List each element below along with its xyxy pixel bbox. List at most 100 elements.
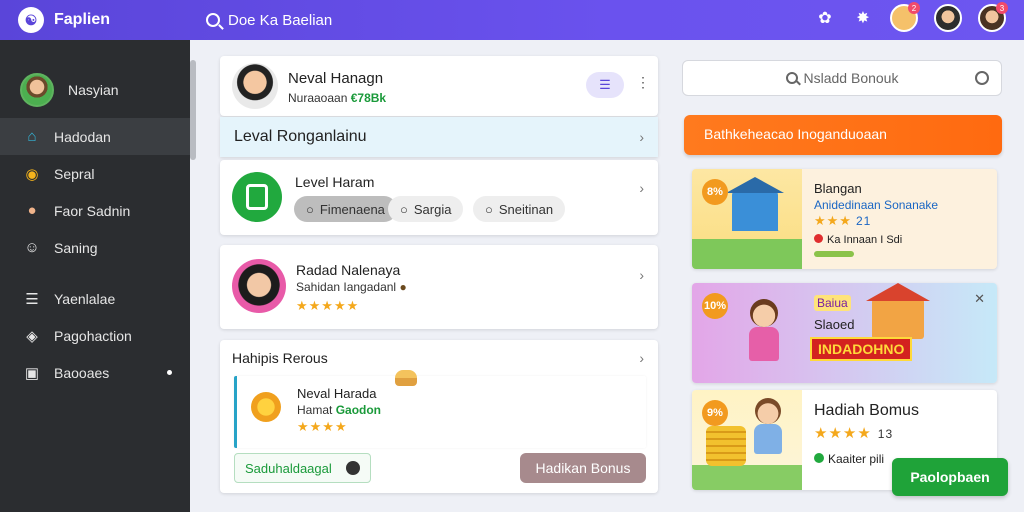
notification-badge: 2	[908, 2, 920, 14]
radio-icon: ○	[400, 201, 408, 217]
secondary-button[interactable]: Saduhaldaagal	[234, 453, 371, 483]
level-bar[interactable]: Leval Ronganlainu ›	[220, 117, 658, 157]
sidebar-user-name: Nasyian	[68, 82, 119, 98]
profile-card[interactable]: Neval Hanagn Nuraaoaan €78Bk ☰ ⋮	[220, 56, 658, 116]
level-bar-title: Leval Ronganlainu	[234, 128, 367, 145]
promo-card-line-text: Kaaiter pili	[828, 452, 885, 466]
settings-icon: ☺	[24, 239, 40, 256]
sidebar-user[interactable]: Nasyian	[0, 40, 190, 118]
app-logo-icon[interactable]: ☯	[18, 7, 44, 33]
top-search-text: Doe Ka Baelian	[228, 11, 333, 29]
discount-badge: 10%	[702, 293, 728, 319]
house-icon	[866, 283, 930, 339]
person-card[interactable]: Radad Nalenaya Sahidan Iangadanl ● ★★★★★…	[220, 245, 658, 329]
top-search[interactable]: Doe Ka Baelian	[196, 6, 496, 34]
notification-avatar-icon[interactable]: 2	[890, 2, 920, 32]
sidebar-item-home[interactable]: ⌂ Hadodan	[0, 118, 190, 155]
rating-stars: ★★★★ 13	[814, 425, 894, 442]
person-name: Radad Nalenaya	[296, 262, 401, 278]
sidebar-item-label: Hadodan	[54, 128, 111, 145]
claim-bonus-button[interactable]: Hadikan Bonus	[520, 453, 646, 483]
chevron-right-icon: ›	[639, 129, 644, 145]
sidebar-item-sepral[interactable]: ◉ Sepral	[0, 155, 190, 192]
top-icons: ✿ ✸ 2 3	[814, 2, 1008, 32]
profile-subtitle-value: €78Bk	[350, 91, 387, 105]
promo-card-tag: Baiua	[814, 295, 851, 311]
puzzle-icon[interactable]: ✿	[814, 7, 836, 29]
filter-pill-button[interactable]: ☰	[586, 72, 624, 98]
tag-icon: ◈	[26, 327, 38, 345]
chip-label: Sargia	[413, 201, 452, 217]
bonus-card: Hahipis Rerous › Neval Harada Hamat Gaod…	[220, 340, 658, 493]
sidebar-item-yaenlalae[interactable]: ☰ Yaenlalae	[0, 280, 190, 317]
radio-icon: ○	[306, 201, 314, 217]
person-subtitle-text: Sahidan Iangadanl	[296, 280, 397, 294]
chip-label: Sneitinan	[498, 201, 554, 217]
level-card-title: Level Haram	[295, 174, 375, 190]
rating-count: 13	[877, 427, 894, 441]
sidebar-item-label: Baooaes	[54, 364, 110, 381]
sidebar-item-label: Sepral	[54, 165, 95, 182]
right-search-input[interactable]: Nsladd Bonouk	[682, 60, 1002, 96]
profile-avatar-icon[interactable]: 3	[978, 2, 1008, 32]
primary-action-button[interactable]: Paolopbaen	[892, 458, 1008, 496]
chevron-right-icon: ›	[639, 180, 644, 196]
sidebar-divider	[0, 266, 190, 280]
profile-name: Neval Hanagn	[288, 70, 384, 87]
bonus-item[interactable]: Neval Harada Hamat Gaodon ★★★★	[234, 370, 646, 448]
indicator-dot	[167, 370, 172, 375]
profile-subtitle-text: Nuraaoaan	[288, 91, 348, 105]
check-icon	[814, 453, 824, 463]
coin-icon	[251, 392, 281, 422]
search-icon	[206, 13, 220, 27]
bonus-card-title: Hahipis Rerous	[232, 350, 328, 366]
promo-card-title: Hadiah Bomus	[814, 402, 919, 419]
rating-stars: ★★★★	[297, 419, 348, 434]
chip-sneitinan[interactable]: ○ Sneitinan	[473, 196, 566, 222]
user-avatar-icon[interactable]	[934, 4, 962, 32]
list-icon: ☰	[25, 290, 39, 308]
bonus-item-sub: Hamat Gaodon	[297, 403, 381, 417]
girl-illustration	[744, 299, 784, 361]
coins-icon	[706, 426, 746, 466]
progress-bar	[814, 251, 854, 257]
close-icon[interactable]: ✕	[974, 291, 985, 307]
sidebar-item-baooaes[interactable]: ▣ Baooaes	[0, 354, 190, 391]
sidebar-item-faor-sadnin[interactable]: ● Faor Sadnin	[0, 192, 190, 229]
right-search-placeholder: Nsladd Bonouk	[803, 70, 899, 86]
target-icon[interactable]	[975, 71, 989, 85]
profile-badge: 3	[996, 2, 1008, 14]
boy-illustration	[750, 398, 786, 458]
promo-card-title: Blangan	[814, 181, 862, 196]
level-icon	[232, 172, 282, 222]
sidebar-item-label: Saning	[54, 239, 98, 256]
promo-card-line-text: Ka Innaan I Sdi	[827, 234, 903, 246]
gear-icon[interactable]: ✸	[852, 7, 874, 29]
sidebar-item-pagohaction[interactable]: ◈ Pagohaction	[0, 317, 190, 354]
rating-stars: ★★★★★	[296, 298, 360, 313]
house-illustration: 8%	[692, 169, 802, 269]
scrollbar[interactable]	[190, 60, 196, 160]
box-icon: ▣	[24, 364, 40, 382]
app-title: Faplien	[54, 11, 111, 28]
avatar	[20, 73, 54, 107]
coin-icon: ◉	[25, 165, 39, 183]
person-icon: ●	[27, 202, 37, 219]
sidebar-item-saning[interactable]: ☺ Saning	[0, 229, 190, 266]
filter-icon: ☰	[599, 77, 611, 92]
leaf-icon: ●	[399, 280, 407, 294]
chevron-right-icon[interactable]: ›	[639, 350, 644, 366]
discount-badge: 9%	[702, 400, 728, 426]
chip-fimenaena[interactable]: ○ Fimenaena	[294, 196, 397, 222]
promo-card-1[interactable]: 8% Blangan Anidedinaan Sonanake ★★★ 21 Ka…	[692, 169, 997, 269]
promo-card-2[interactable]: 10% Baiua Slaoed INDADOHNO ✕	[692, 283, 997, 383]
rating-stars: ★★★ 21	[814, 213, 872, 228]
promo-banner-button[interactable]: Bathkeheacao Inoganduoaan	[684, 115, 1002, 155]
sidebar-item-label: Faor Sadnin	[54, 202, 131, 219]
coins-illustration: 9%	[692, 390, 802, 490]
chip-sargia[interactable]: ○ Sargia	[388, 196, 464, 222]
level-card[interactable]: Level Haram › ○ Fimenaena ○ Sargia ○ Sne…	[220, 160, 658, 235]
heart-icon	[814, 234, 823, 243]
more-options-icon[interactable]: ⋮	[636, 74, 650, 91]
promo-card-title: Slaoed	[814, 317, 855, 332]
